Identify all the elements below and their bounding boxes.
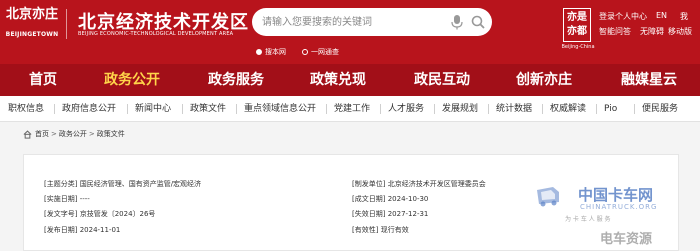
logo-divider [66,9,67,39]
info-doc-no: [发文字号] 京技管发〔2024〕26号 [44,209,155,219]
nav-item-gov-services[interactable]: 政务服务 [204,64,268,96]
info-validity-label: [有效性] [352,226,379,234]
search-box [252,8,492,36]
search-scope-radio-all[interactable] [302,48,308,55]
subnav-divider [434,104,435,114]
subnav-divider [380,104,381,114]
city-badge[interactable]: 亦是亦都 [563,8,591,42]
search-scope-label-all[interactable]: 一网通查 [311,47,339,57]
subnav-item-pio[interactable]: Pio [604,96,617,122]
info-published-value: 2024-11-01 [79,226,121,234]
subnav-item-planning[interactable]: 发展规划 [442,96,478,122]
subnav-item-interpretation[interactable]: 权威解读 [550,96,586,122]
info-published: [发布日期] 2024-11-01 [44,225,120,235]
subnav-item-statistics[interactable]: 统计数据 [496,96,532,122]
breadcrumb-separator: > [51,130,57,138]
info-topic: [主题分类] 国民经济管理、国有资产监管/宏观经济 [44,179,201,189]
nav-item-media[interactable]: 融媒星云 [614,64,684,96]
subnav-divider [236,104,237,114]
breadcrumb-gov-affairs[interactable]: 政务公开 [59,130,87,138]
sub-nav: 职权信息 政府信息公开 新闻中心 政策文件 重点领域信息公开 党建工作 人才服务… [0,96,700,122]
nav-item-interaction[interactable]: 政民互动 [410,64,474,96]
nav-item-policy-redeem[interactable]: 政策兑现 [306,64,370,96]
search-input[interactable] [262,13,442,31]
subnav-item-policy-docs[interactable]: 政策文件 [190,96,226,122]
info-created: [成文日期] 2024-10-30 [352,194,428,204]
mobile-link[interactable]: 移动版 [668,26,692,37]
subnav-item-party[interactable]: 党建工作 [334,96,370,122]
city-badge-text: 亦是亦都 [567,12,587,37]
site-logo[interactable]: 北京亦庄 BEIJINGETOWN [0,0,64,50]
site-header: 北京亦庄 BEIJINGETOWN 北京经济技术开发区 BEIJING ECON… [0,0,700,64]
subnav-divider [326,104,327,114]
info-issuer-label: [制发单位] [352,180,386,188]
subnav-divider [542,104,543,114]
microphone-icon[interactable] [450,14,464,30]
subnav-divider [596,104,597,114]
logo-english: BEIJINGETOWN [5,31,59,38]
watermark-english: CHINATRUCK.ORG [580,203,658,211]
info-topic-label: [主题分类] [44,180,78,188]
watermark-brand: 电车资源 [600,232,653,247]
info-expire: [失效日期] 2027-12-31 [352,209,428,219]
breadcrumb-home[interactable]: 首页 [35,130,49,138]
smart-qa-link[interactable]: 智能问答 [599,26,631,37]
info-implement: [实施日期] ---- [44,194,90,204]
subnav-divider [634,104,635,114]
subnav-item-key-areas[interactable]: 重点领域信息公开 [244,96,316,122]
home-icon [23,129,32,139]
english-link[interactable]: EN [656,11,667,20]
accessibility-link[interactable]: 我 [680,11,688,22]
info-doc-no-label: [发文字号] [44,210,78,218]
info-expire-value: 2027-12-31 [387,210,429,218]
subnav-divider [488,104,489,114]
logo-glyph: 北京亦庄 [5,7,58,22]
site-subtitle: BEIJING ECONOMIC-TECHNOLOGICAL DEVELOPME… [78,31,234,37]
subnav-divider [54,104,55,114]
subnav-divider [127,104,128,114]
nav-item-home[interactable]: 首页 [18,64,68,96]
info-implement-value: ---- [79,195,90,203]
subnav-item-convenience[interactable]: 便民服务 [642,96,678,122]
search-scope-selector: 搜本网 一网通查 [256,41,355,56]
info-validity: [有效性] 现行有效 [352,225,409,235]
city-badge-caption: Beijing-China [561,44,595,50]
subnav-item-authority[interactable]: 职权信息 [8,96,44,122]
watermark-slogan: 为 卡 车 人 服 务 [565,216,611,223]
personal-center-link[interactable]: 登录个人中心 [599,11,647,22]
info-expire-label: [失效日期] [352,210,386,218]
nav-item-gov-affairs[interactable]: 政务公开 [100,64,164,96]
search-scope-label-site[interactable]: 搜本网 [265,47,286,57]
info-created-value: 2024-10-30 [387,195,429,203]
info-created-label: [成文日期] [352,195,386,203]
info-issuer-value: 北京经济技术开发区管理委员会 [387,180,486,188]
search-scope-radio-site[interactable] [256,48,262,55]
watermark-truck-logo [537,187,559,207]
subnav-item-news[interactable]: 新闻中心 [135,96,171,122]
info-issuer: [制发单位] 北京经济技术开发区管理委员会 [352,179,486,189]
info-implement-label: [实施日期] [44,195,78,203]
info-topic-value: 国民经济管理、国有资产监管/宏观经济 [79,180,202,188]
subnav-item-talent[interactable]: 人才服务 [388,96,424,122]
subnav-item-info-disclosure[interactable]: 政府信息公开 [62,96,116,122]
breadcrumb-policy-docs[interactable]: 政策文件 [97,130,125,138]
info-validity-value: 现行有效 [380,226,409,234]
barrier-free-link[interactable]: 无障碍 [640,26,664,37]
main-nav: 首页 政务公开 政务服务 政策兑现 政民互动 创新亦庄 融媒星云 [0,64,700,96]
info-published-label: [发布日期] [44,226,78,234]
subnav-divider [182,104,183,114]
breadcrumb: 首页 > 政务公开 > 政策文件 [23,129,125,141]
info-doc-no-value: 京技管发〔2024〕26号 [79,210,156,218]
breadcrumb-separator: > [88,130,95,138]
nav-item-innovation[interactable]: 创新亦庄 [512,64,576,96]
watermark-chinese: 中国卡车网 [578,186,654,204]
search-icon[interactable] [470,14,486,30]
